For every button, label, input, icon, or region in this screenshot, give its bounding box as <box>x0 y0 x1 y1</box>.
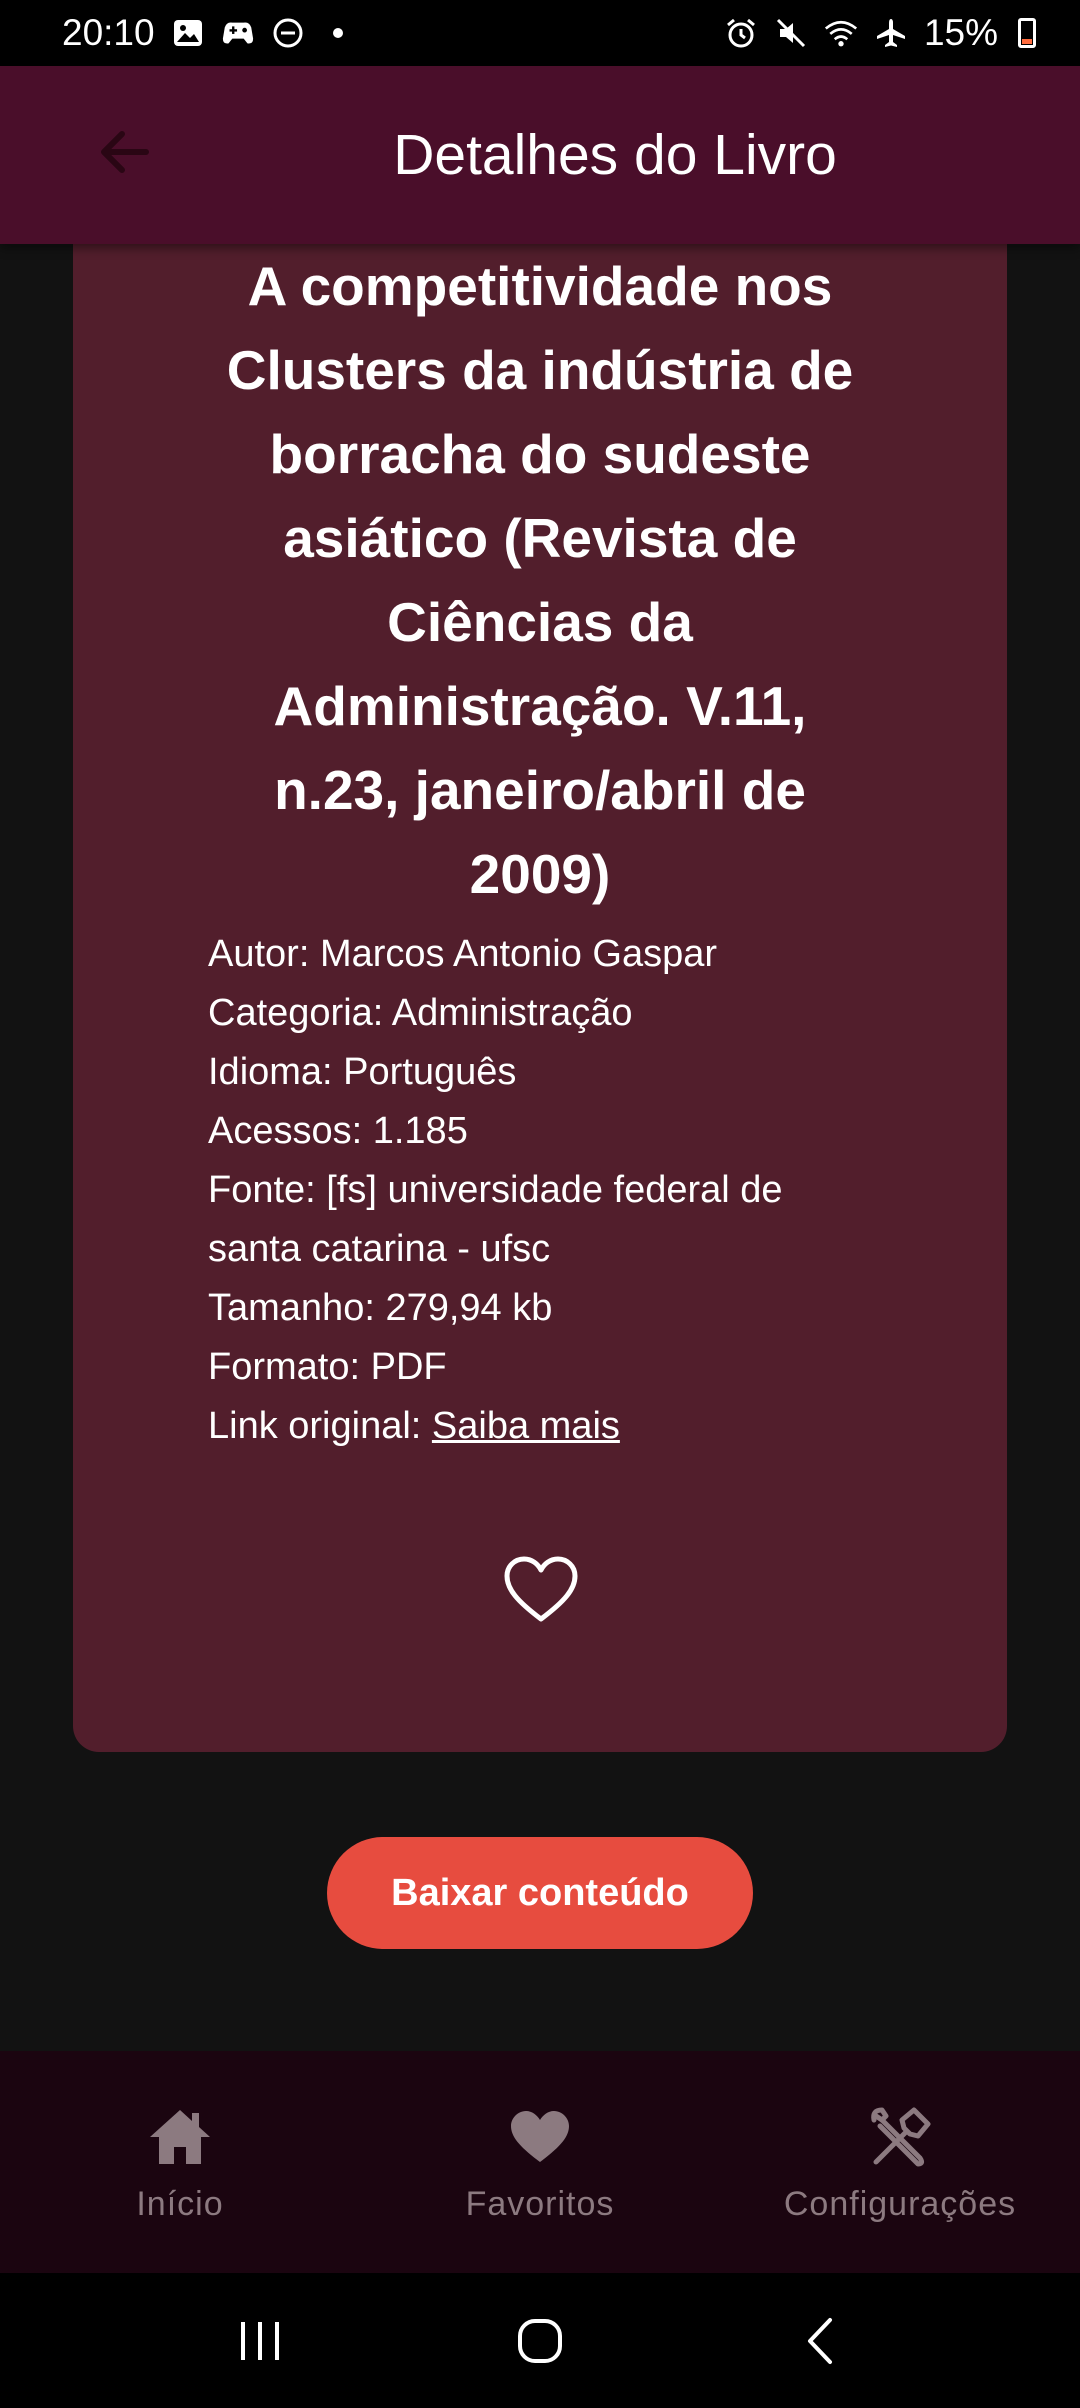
download-button[interactable]: Baixar conteúdo <box>327 1837 753 1949</box>
arrow-left-icon <box>101 131 149 173</box>
source-text-line2: santa catarina - ufsc <box>208 1228 551 1270</box>
game-controller-icon <box>221 16 255 50</box>
book-title-line: n.23, janeiro/abril de <box>274 759 806 821</box>
status-right: 15% <box>724 12 1036 54</box>
tools-icon <box>865 2105 935 2169</box>
battery-percent: 15% <box>923 12 998 53</box>
original-link-label: Link original: <box>208 1405 432 1447</box>
status-bar: 20:10 15% <box>0 0 1080 66</box>
battery-icon <box>1018 18 1036 48</box>
do-not-disturb-icon <box>271 16 305 50</box>
alarm-icon <box>724 16 758 50</box>
home-icon <box>145 2105 215 2169</box>
book-title-line: asiático (Revista de <box>283 507 797 569</box>
system-navigation-bar <box>0 2273 1080 2408</box>
dot-icon <box>321 16 355 50</box>
nav-label-favorites: Favoritos <box>465 2185 615 2223</box>
screen: 20:10 15% Detalhes do Livro A competitiv… <box>0 0 1080 2408</box>
book-title-line: Administração. V.11, <box>273 675 807 737</box>
book-title-line: Ciências da <box>387 591 693 653</box>
heart-outline-icon <box>504 1556 578 1622</box>
wifi-icon <box>824 16 858 50</box>
back-button[interactable] <box>92 120 156 184</box>
language-text: Idioma: Português <box>208 1051 517 1093</box>
mute-icon <box>774 16 808 50</box>
airplane-icon <box>874 16 908 50</box>
back-system-button[interactable] <box>775 2301 865 2381</box>
home-circle-icon <box>518 2318 562 2363</box>
nav-label-settings: Configurações <box>783 2185 1017 2223</box>
back-chevron-icon <box>808 2317 832 2364</box>
accesses-text: Acessos: 1.185 <box>208 1110 468 1152</box>
recent-apps-icon <box>241 2321 279 2360</box>
nav-item-settings[interactable]: Configurações <box>720 2051 1080 2273</box>
nav-label-home: Início <box>136 2185 224 2223</box>
author-text: Autor: Marcos Antonio Gaspar <box>208 933 718 975</box>
heart-icon <box>505 2105 575 2169</box>
format-text: Formato: PDF <box>208 1346 447 1388</box>
book-title-line: A competitividade nos <box>247 255 833 317</box>
favorite-button[interactable] <box>499 1550 583 1630</box>
gallery-icon <box>171 16 205 50</box>
nav-item-favorites[interactable]: Favoritos <box>360 2051 720 2273</box>
book-title-line: 2009) <box>469 843 611 905</box>
page-title: Detalhes do Livro <box>393 123 837 187</box>
bottom-navigation: Início Favoritos Configurações <box>0 2051 1080 2273</box>
size-text: Tamanho: 279,94 kb <box>208 1287 553 1329</box>
nav-item-home[interactable]: Início <box>0 2051 360 2273</box>
book-title: A competitividade nos Clusters da indúst… <box>133 244 947 916</box>
category-text: Categoria: Administração <box>208 992 633 1034</box>
status-left: 20:10 <box>62 12 355 54</box>
source-text-line1: Fonte: [fs] universidade federal de <box>208 1169 783 1211</box>
book-details-card: A competitividade nos Clusters da indúst… <box>73 180 1007 1752</box>
book-title-line: borracha do sudeste <box>269 423 811 485</box>
recent-apps-button[interactable] <box>215 2301 305 2381</box>
app-bar: Detalhes do Livro <box>0 66 1080 244</box>
status-time: 20:10 <box>62 12 155 53</box>
book-metadata: Autor: Marcos Antonio Gaspar Categoria: … <box>208 925 908 1456</box>
original-link-row: Link original: Saiba mais <box>208 1397 908 1456</box>
original-link[interactable]: Saiba mais <box>432 1405 620 1447</box>
book-title-line: Clusters da indústria de <box>226 339 854 401</box>
home-system-button[interactable] <box>495 2301 585 2381</box>
